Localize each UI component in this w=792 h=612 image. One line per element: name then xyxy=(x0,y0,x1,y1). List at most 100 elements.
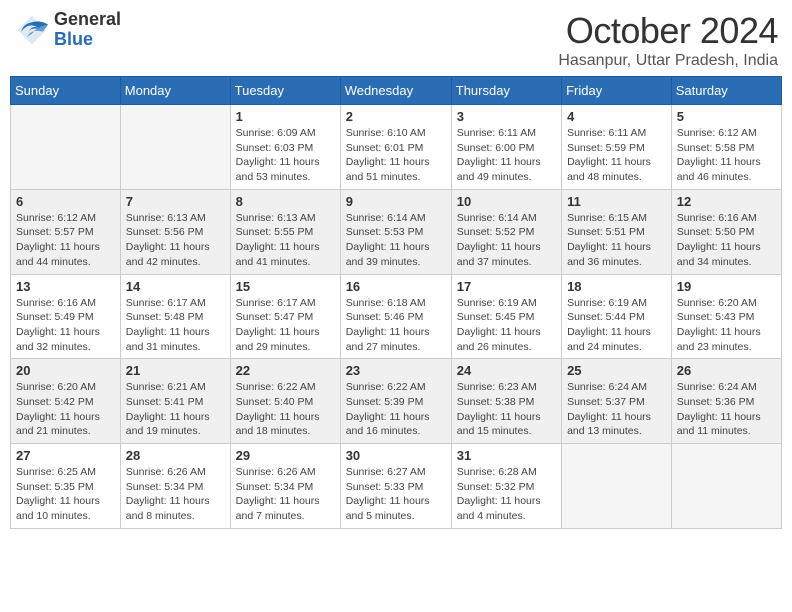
calendar-week-row: 1 Sunrise: 6:09 AMSunset: 6:03 PMDaylight… xyxy=(11,105,782,190)
day-info: Sunrise: 6:14 AMSunset: 5:53 PMDaylight:… xyxy=(346,211,446,270)
day-number: 20 xyxy=(16,363,115,378)
calendar-cell xyxy=(120,105,230,190)
calendar-cell xyxy=(11,105,121,190)
calendar-week-row: 13 Sunrise: 6:16 AMSunset: 5:49 PMDayligh… xyxy=(11,274,782,359)
weekday-header: Wednesday xyxy=(340,77,451,105)
day-number: 28 xyxy=(126,448,225,463)
day-number: 1 xyxy=(236,109,335,124)
day-number: 14 xyxy=(126,279,225,294)
day-number: 13 xyxy=(16,279,115,294)
day-number: 7 xyxy=(126,194,225,209)
day-info: Sunrise: 6:12 AMSunset: 5:57 PMDaylight:… xyxy=(16,211,115,270)
day-number: 2 xyxy=(346,109,446,124)
logo-icon xyxy=(14,12,50,48)
day-number: 19 xyxy=(677,279,776,294)
day-number: 24 xyxy=(457,363,556,378)
calendar-cell: 14 Sunrise: 6:17 AMSunset: 5:48 PMDayligh… xyxy=(120,274,230,359)
title-block: October 2024 Hasanpur, Uttar Pradesh, In… xyxy=(558,10,778,70)
calendar-cell: 3 Sunrise: 6:11 AMSunset: 6:00 PMDaylight… xyxy=(451,105,561,190)
day-info: Sunrise: 6:27 AMSunset: 5:33 PMDaylight:… xyxy=(346,465,446,524)
location-title: Hasanpur, Uttar Pradesh, India xyxy=(558,52,778,70)
calendar-cell: 22Sunrise: 6:22 AMSunset: 5:40 PMDayligh… xyxy=(230,359,340,444)
logo-blue: Blue xyxy=(54,30,121,50)
calendar-cell: 31 Sunrise: 6:28 AMSunset: 5:32 PMDayligh… xyxy=(451,444,561,529)
calendar-cell xyxy=(562,444,672,529)
weekday-header: Tuesday xyxy=(230,77,340,105)
day-info: Sunrise: 6:16 AMSunset: 5:50 PMDaylight:… xyxy=(677,211,776,270)
calendar-cell: 5Sunrise: 6:12 AMSunset: 5:58 PMDaylight… xyxy=(671,105,781,190)
day-number: 25 xyxy=(567,363,666,378)
day-number: 10 xyxy=(457,194,556,209)
calendar-cell: 11 Sunrise: 6:15 AMSunset: 5:51 PMDayligh… xyxy=(562,189,672,274)
day-number: 8 xyxy=(236,194,335,209)
calendar-cell: 30 Sunrise: 6:27 AMSunset: 5:33 PMDayligh… xyxy=(340,444,451,529)
calendar-cell: 6Sunrise: 6:12 AMSunset: 5:57 PMDaylight… xyxy=(11,189,121,274)
weekday-header: Monday xyxy=(120,77,230,105)
calendar-cell xyxy=(671,444,781,529)
weekday-header: Friday xyxy=(562,77,672,105)
calendar-cell: 20 Sunrise: 6:20 AMSunset: 5:42 PMDayligh… xyxy=(11,359,121,444)
day-info: Sunrise: 6:13 AMSunset: 5:55 PMDaylight:… xyxy=(236,211,335,270)
weekday-header: Sunday xyxy=(11,77,121,105)
calendar-cell: 7 Sunrise: 6:13 AMSunset: 5:56 PMDaylight… xyxy=(120,189,230,274)
calendar-cell: 9Sunrise: 6:14 AMSunset: 5:53 PMDaylight… xyxy=(340,189,451,274)
calendar-week-row: 20 Sunrise: 6:20 AMSunset: 5:42 PMDayligh… xyxy=(11,359,782,444)
day-info: Sunrise: 6:19 AMSunset: 5:44 PMDaylight:… xyxy=(567,296,666,355)
day-number: 5 xyxy=(677,109,776,124)
day-number: 27 xyxy=(16,448,115,463)
calendar-cell: 12 Sunrise: 6:16 AMSunset: 5:50 PMDayligh… xyxy=(671,189,781,274)
day-number: 15 xyxy=(236,279,335,294)
day-info: Sunrise: 6:28 AMSunset: 5:32 PMDaylight:… xyxy=(457,465,556,524)
calendar-cell: 23Sunrise: 6:22 AMSunset: 5:39 PMDayligh… xyxy=(340,359,451,444)
day-info: Sunrise: 6:15 AMSunset: 5:51 PMDaylight:… xyxy=(567,211,666,270)
day-number: 12 xyxy=(677,194,776,209)
day-info: Sunrise: 6:11 AMSunset: 5:59 PMDaylight:… xyxy=(567,126,666,185)
calendar-cell: 17Sunrise: 6:19 AMSunset: 5:45 PMDayligh… xyxy=(451,274,561,359)
day-number: 11 xyxy=(567,194,666,209)
day-number: 30 xyxy=(346,448,446,463)
day-info: Sunrise: 6:17 AMSunset: 5:48 PMDaylight:… xyxy=(126,296,225,355)
day-info: Sunrise: 6:14 AMSunset: 5:52 PMDaylight:… xyxy=(457,211,556,270)
day-number: 29 xyxy=(236,448,335,463)
calendar-week-row: 27 Sunrise: 6:25 AMSunset: 5:35 PMDayligh… xyxy=(11,444,782,529)
day-info: Sunrise: 6:22 AMSunset: 5:40 PMDaylight:… xyxy=(236,380,335,439)
calendar-cell: 13 Sunrise: 6:16 AMSunset: 5:49 PMDayligh… xyxy=(11,274,121,359)
day-info: Sunrise: 6:20 AMSunset: 5:42 PMDaylight:… xyxy=(16,380,115,439)
day-info: Sunrise: 6:18 AMSunset: 5:46 PMDaylight:… xyxy=(346,296,446,355)
month-title: October 2024 xyxy=(558,10,778,52)
calendar-cell: 4Sunrise: 6:11 AMSunset: 5:59 PMDaylight… xyxy=(562,105,672,190)
calendar-cell: 15Sunrise: 6:17 AMSunset: 5:47 PMDayligh… xyxy=(230,274,340,359)
day-number: 26 xyxy=(677,363,776,378)
calendar-cell: 21Sunrise: 6:21 AMSunset: 5:41 PMDayligh… xyxy=(120,359,230,444)
calendar-cell: 16Sunrise: 6:18 AMSunset: 5:46 PMDayligh… xyxy=(340,274,451,359)
calendar-cell: 25 Sunrise: 6:24 AMSunset: 5:37 PMDayligh… xyxy=(562,359,672,444)
calendar-cell: 10 Sunrise: 6:14 AMSunset: 5:52 PMDayligh… xyxy=(451,189,561,274)
day-info: Sunrise: 6:20 AMSunset: 5:43 PMDaylight:… xyxy=(677,296,776,355)
calendar-cell: 27 Sunrise: 6:25 AMSunset: 5:35 PMDayligh… xyxy=(11,444,121,529)
logo-text: General Blue xyxy=(54,10,121,50)
calendar-week-row: 6Sunrise: 6:12 AMSunset: 5:57 PMDaylight… xyxy=(11,189,782,274)
day-number: 3 xyxy=(457,109,556,124)
calendar-cell: 18Sunrise: 6:19 AMSunset: 5:44 PMDayligh… xyxy=(562,274,672,359)
logo: General Blue xyxy=(14,10,121,50)
day-info: Sunrise: 6:13 AMSunset: 5:56 PMDaylight:… xyxy=(126,211,225,270)
logo-general: General xyxy=(54,10,121,30)
weekday-header: Saturday xyxy=(671,77,781,105)
calendar-table: SundayMondayTuesdayWednesdayThursdayFrid… xyxy=(10,76,782,529)
calendar-cell: 29Sunrise: 6:26 AMSunset: 5:34 PMDayligh… xyxy=(230,444,340,529)
calendar-cell: 1 Sunrise: 6:09 AMSunset: 6:03 PMDaylight… xyxy=(230,105,340,190)
weekday-header-row: SundayMondayTuesdayWednesdayThursdayFrid… xyxy=(11,77,782,105)
day-info: Sunrise: 6:26 AMSunset: 5:34 PMDaylight:… xyxy=(126,465,225,524)
day-info: Sunrise: 6:25 AMSunset: 5:35 PMDaylight:… xyxy=(16,465,115,524)
day-info: Sunrise: 6:24 AMSunset: 5:37 PMDaylight:… xyxy=(567,380,666,439)
day-info: Sunrise: 6:09 AMSunset: 6:03 PMDaylight:… xyxy=(236,126,335,185)
day-info: Sunrise: 6:16 AMSunset: 5:49 PMDaylight:… xyxy=(16,296,115,355)
day-info: Sunrise: 6:24 AMSunset: 5:36 PMDaylight:… xyxy=(677,380,776,439)
day-number: 31 xyxy=(457,448,556,463)
weekday-header: Thursday xyxy=(451,77,561,105)
day-number: 21 xyxy=(126,363,225,378)
day-number: 23 xyxy=(346,363,446,378)
calendar-cell: 26 Sunrise: 6:24 AMSunset: 5:36 PMDayligh… xyxy=(671,359,781,444)
day-info: Sunrise: 6:11 AMSunset: 6:00 PMDaylight:… xyxy=(457,126,556,185)
calendar-cell: 28 Sunrise: 6:26 AMSunset: 5:34 PMDayligh… xyxy=(120,444,230,529)
